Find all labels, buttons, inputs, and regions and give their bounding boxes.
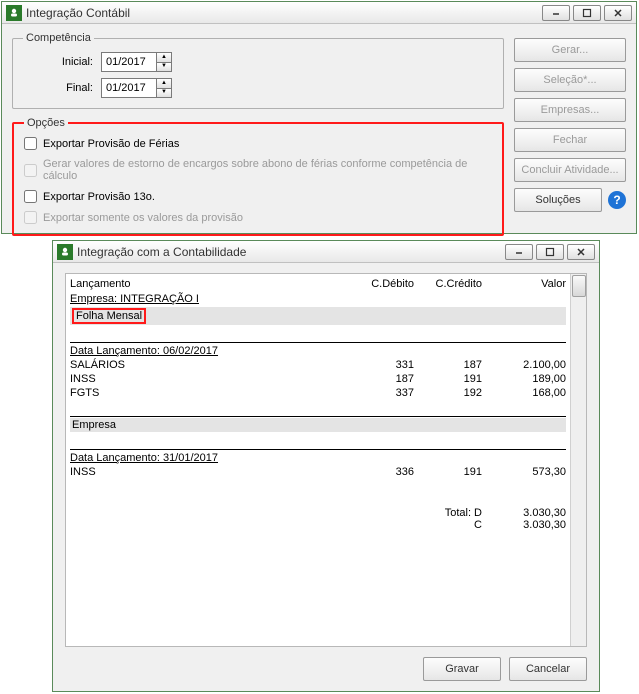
col-debito: C.Débito bbox=[350, 278, 414, 290]
competencia-legend: Competência bbox=[23, 32, 94, 44]
chk-exportar-13o[interactable]: Exportar Provisão 13o. bbox=[24, 190, 492, 203]
chk-somente-provisao: Exportar somente os valores da provisão bbox=[24, 211, 492, 224]
scrollbar[interactable] bbox=[570, 274, 586, 646]
inicial-label: Inicial: bbox=[23, 56, 101, 68]
chk-exportar-ferias-label: Exportar Provisão de Férias bbox=[43, 138, 179, 150]
total-row-d: Total: D 3.030,30 bbox=[70, 507, 566, 519]
help-icon[interactable]: ? bbox=[608, 191, 626, 209]
cell-valor: 168,00 bbox=[486, 387, 566, 399]
opcoes-group: Opções Exportar Provisão de Férias Gerar… bbox=[12, 117, 504, 236]
titlebar[interactable]: Integração Contábil bbox=[2, 2, 636, 24]
final-label: Final: bbox=[23, 82, 101, 94]
chk-exportar-ferias-box[interactable] bbox=[24, 137, 37, 150]
minimize-button[interactable] bbox=[505, 244, 533, 260]
empresa-line: Empresa: INTEGRAÇÃO I bbox=[70, 292, 566, 306]
cell-debito: 187 bbox=[350, 373, 414, 385]
table-row: INSS 187 191 189,00 bbox=[70, 372, 566, 386]
chk-exportar-ferias[interactable]: Exportar Provisão de Férias bbox=[24, 137, 492, 150]
window-integracao-contabilidade: Integração com a Contabilidade Lançament… bbox=[52, 240, 600, 692]
chk-estorno-encargos-label: Gerar valores de estorno de encargos sob… bbox=[43, 158, 492, 182]
table-row: INSS 336 191 573,30 bbox=[70, 465, 566, 479]
chk-somente-provisao-label: Exportar somente os valores da provisão bbox=[43, 212, 243, 224]
table-header: Lançamento C.Débito C.Crédito Valor bbox=[70, 276, 566, 292]
total-d-label: Total: D bbox=[418, 507, 482, 519]
app-icon bbox=[57, 244, 73, 260]
cell-lanc: SALÁRIOS bbox=[70, 359, 346, 371]
table-row: SALÁRIOS 331 187 2.100,00 bbox=[70, 358, 566, 372]
inicial-spinner[interactable]: ▲▼ bbox=[157, 52, 172, 72]
close-button[interactable] bbox=[567, 244, 595, 260]
lancamento-list: Lançamento C.Débito C.Crédito Valor Empr… bbox=[65, 273, 587, 647]
cell-valor: 573,30 bbox=[486, 466, 566, 478]
col-credito: C.Crédito bbox=[418, 278, 482, 290]
section-label: Folha Mensal bbox=[72, 308, 146, 324]
cell-lanc: FGTS bbox=[70, 387, 346, 399]
cell-credito: 187 bbox=[418, 359, 482, 371]
total-c-value: 3.030,30 bbox=[486, 519, 566, 531]
close-button[interactable] bbox=[604, 5, 632, 21]
gravar-button[interactable]: Gravar bbox=[423, 657, 501, 681]
col-lancamento: Lançamento bbox=[70, 278, 346, 290]
window-integracao-contabil: Integração Contábil Competência Inicial:… bbox=[1, 1, 637, 234]
window-title: Integração com a Contabilidade bbox=[77, 245, 505, 259]
opcoes-legend: Opções bbox=[24, 117, 68, 129]
table-row: FGTS 337 192 168,00 bbox=[70, 386, 566, 400]
fechar-button: Fechar bbox=[514, 128, 626, 152]
section-folha-mensal: Folha Mensal bbox=[70, 307, 566, 325]
window-title: Integração Contábil bbox=[26, 6, 542, 20]
chk-somente-provisao-box bbox=[24, 211, 37, 224]
cell-credito: 192 bbox=[418, 387, 482, 399]
cell-debito: 331 bbox=[350, 359, 414, 371]
cell-valor: 189,00 bbox=[486, 373, 566, 385]
concluir-button: Concluir Atividade... bbox=[514, 158, 626, 182]
inicial-input[interactable] bbox=[101, 52, 157, 72]
cell-debito: 336 bbox=[350, 466, 414, 478]
selecao-button: Seleção*... bbox=[514, 68, 626, 92]
cell-debito: 337 bbox=[350, 387, 414, 399]
app-icon bbox=[6, 5, 22, 21]
final-spinner[interactable]: ▲▼ bbox=[157, 78, 172, 98]
section-empresa: Empresa bbox=[70, 418, 566, 432]
chk-exportar-13o-box[interactable] bbox=[24, 190, 37, 203]
chk-estorno-encargos: Gerar valores de estorno de encargos sob… bbox=[24, 158, 492, 182]
data-lancamento-1: Data Lançamento: 06/02/2017 bbox=[70, 344, 566, 358]
solucoes-button[interactable]: Soluções bbox=[514, 188, 602, 212]
titlebar[interactable]: Integração com a Contabilidade bbox=[53, 241, 599, 263]
competencia-group: Competência Inicial: ▲▼ Final: ▲▼ bbox=[12, 32, 504, 109]
data-lancamento-2: Data Lançamento: 31/01/2017 bbox=[70, 451, 566, 465]
cell-credito: 191 bbox=[418, 466, 482, 478]
maximize-button[interactable] bbox=[573, 5, 601, 21]
cell-credito: 191 bbox=[418, 373, 482, 385]
scrollbar-thumb[interactable] bbox=[572, 275, 586, 297]
empresas-button: Empresas... bbox=[514, 98, 626, 122]
col-valor: Valor bbox=[486, 278, 566, 290]
cancelar-button[interactable]: Cancelar bbox=[509, 657, 587, 681]
cell-lanc: INSS bbox=[70, 466, 346, 478]
chk-estorno-encargos-box bbox=[24, 164, 37, 177]
final-input[interactable] bbox=[101, 78, 157, 98]
minimize-button[interactable] bbox=[542, 5, 570, 21]
section-label: Empresa bbox=[72, 419, 116, 431]
cell-lanc: INSS bbox=[70, 373, 346, 385]
total-d-value: 3.030,30 bbox=[486, 507, 566, 519]
cell-valor: 2.100,00 bbox=[486, 359, 566, 371]
chk-exportar-13o-label: Exportar Provisão 13o. bbox=[43, 191, 155, 203]
total-c-label: C bbox=[418, 519, 482, 531]
maximize-button[interactable] bbox=[536, 244, 564, 260]
gerar-button: Gerar... bbox=[514, 38, 626, 62]
total-row-c: C 3.030,30 bbox=[70, 519, 566, 531]
